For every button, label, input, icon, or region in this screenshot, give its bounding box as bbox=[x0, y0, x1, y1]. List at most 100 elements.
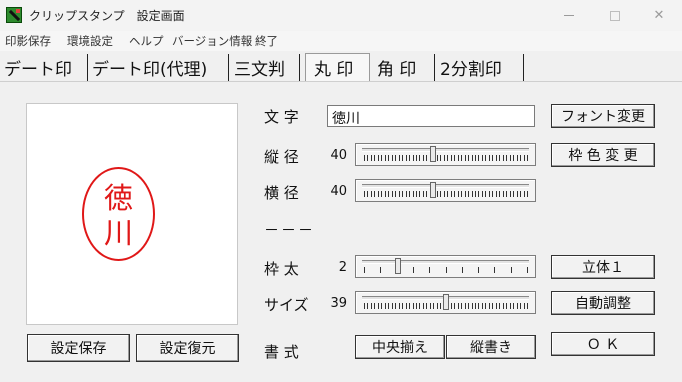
slider-tick bbox=[419, 191, 421, 197]
slider-tick bbox=[377, 191, 379, 197]
minimize-button[interactable] bbox=[546, 0, 592, 31]
slider-tick bbox=[370, 155, 372, 161]
slider-ticks bbox=[364, 155, 528, 161]
tab-date-stamp-proxy[interactable]: デート印(代理) bbox=[92, 54, 229, 81]
horizontal-diameter-value: 40 bbox=[330, 184, 347, 199]
slider-tick bbox=[520, 303, 522, 309]
save-settings-button[interactable]: 設定保存 bbox=[27, 334, 130, 362]
window-title: クリップスタンプ 設定画面 bbox=[29, 9, 185, 23]
restore-settings-button[interactable]: 設定復元 bbox=[136, 334, 239, 362]
stamp-text-input[interactable]: 徳川 bbox=[327, 105, 535, 127]
frame-width-value: 2 bbox=[338, 260, 347, 275]
font-change-button[interactable]: フォント変更 bbox=[551, 104, 655, 128]
slider-tick bbox=[506, 191, 508, 197]
slider-tick bbox=[381, 191, 383, 197]
slider-thumb[interactable] bbox=[429, 182, 436, 198]
horizontal-diameter-slider[interactable] bbox=[355, 179, 536, 202]
slider-thumb[interactable] bbox=[394, 258, 401, 274]
slider-tick bbox=[461, 303, 463, 309]
slider-tick bbox=[485, 303, 487, 309]
maximize-icon bbox=[610, 10, 620, 21]
slider-tick bbox=[388, 303, 390, 309]
size-slider[interactable] bbox=[355, 291, 536, 314]
slider-tick bbox=[457, 155, 459, 161]
slider-tick bbox=[429, 267, 431, 273]
slider-tick bbox=[474, 191, 476, 197]
slider-tick bbox=[506, 303, 508, 309]
slider-tick bbox=[412, 267, 414, 273]
slider-tick bbox=[447, 155, 449, 161]
slider-tick bbox=[502, 191, 504, 197]
slider-ticks bbox=[364, 267, 528, 273]
separator-text: －－－ bbox=[264, 221, 316, 239]
slider-tick bbox=[495, 191, 497, 197]
slider-tick bbox=[445, 267, 447, 273]
slider-tick bbox=[461, 191, 463, 197]
slider-tick bbox=[416, 155, 418, 161]
auto-adjust-button[interactable]: 自動調整 bbox=[551, 291, 655, 315]
slider-tick bbox=[422, 303, 424, 309]
tab-split-stamp[interactable]: 2分割印 bbox=[440, 54, 524, 81]
tab-round-stamp[interactable]: 丸 印 bbox=[305, 53, 370, 82]
ok-button[interactable]: Ｏ Ｋ bbox=[551, 332, 655, 356]
slider-tick bbox=[481, 155, 483, 161]
tab-date-stamp[interactable]: デート印 bbox=[4, 54, 88, 81]
slider-tick bbox=[412, 155, 414, 161]
menu-item-exit[interactable]: 終了 bbox=[255, 33, 278, 49]
slider-tick bbox=[409, 155, 411, 161]
frame-width-slider[interactable] bbox=[355, 255, 536, 278]
vertical-diameter-slider[interactable] bbox=[355, 143, 536, 166]
slider-tick bbox=[426, 303, 428, 309]
solid-button[interactable]: 立体１ bbox=[551, 255, 655, 279]
slider-tick bbox=[488, 155, 490, 161]
frame-color-button[interactable]: 枠 色 変 更 bbox=[551, 143, 655, 167]
slider-tick bbox=[506, 155, 508, 161]
slider-tick bbox=[499, 303, 501, 309]
menu-item-help[interactable]: ヘルプ bbox=[129, 33, 164, 49]
close-button[interactable]: ✕ bbox=[636, 0, 682, 31]
maximize-button[interactable] bbox=[592, 0, 638, 31]
slider-tick bbox=[419, 155, 421, 161]
slider-tick bbox=[377, 155, 379, 161]
minimize-icon bbox=[564, 15, 574, 16]
slider-tick bbox=[409, 303, 411, 309]
tab-divider bbox=[0, 81, 682, 82]
slider-thumb[interactable] bbox=[442, 294, 449, 310]
slider-tick bbox=[471, 191, 473, 197]
app-icon bbox=[6, 7, 22, 23]
slider-tick bbox=[364, 155, 365, 161]
slider-tick bbox=[391, 303, 393, 309]
horizontal-diameter-label: 横 径 bbox=[264, 184, 299, 202]
menu-item-version[interactable]: バージョン情報 bbox=[172, 33, 252, 49]
slider-tick bbox=[492, 155, 494, 161]
menu-item-save-impression[interactable]: 印影保存 bbox=[5, 33, 51, 49]
slider-tick bbox=[422, 155, 424, 161]
menu-item-settings[interactable]: 環境設定 bbox=[67, 33, 113, 49]
slider-tick bbox=[494, 267, 496, 273]
slider-track bbox=[362, 184, 529, 188]
slider-tick bbox=[513, 155, 515, 161]
slider-tick bbox=[374, 191, 376, 197]
slider-thumb[interactable] bbox=[429, 146, 436, 162]
slider-tick bbox=[436, 155, 438, 161]
slider-tick bbox=[374, 303, 376, 309]
slider-tick bbox=[380, 267, 382, 273]
center-align-button[interactable]: 中央揃え bbox=[355, 335, 445, 359]
title-bar: クリップスタンプ 設定画面 ✕ bbox=[0, 0, 682, 31]
slider-tick bbox=[461, 267, 463, 273]
slider-tick bbox=[454, 303, 456, 309]
slider-tick bbox=[509, 191, 511, 197]
slider-tick bbox=[405, 155, 407, 161]
slider-tick bbox=[443, 191, 445, 197]
slider-tick bbox=[398, 303, 400, 309]
slider-tick bbox=[502, 303, 504, 309]
slider-tick bbox=[495, 303, 497, 309]
tab-sanmonban[interactable]: 三文判 bbox=[234, 54, 300, 81]
slider-track bbox=[362, 148, 529, 152]
slider-tick bbox=[509, 155, 511, 161]
tab-square-stamp[interactable]: 角 印 bbox=[377, 54, 435, 81]
slider-tick bbox=[395, 303, 397, 309]
slider-tick bbox=[374, 155, 376, 161]
tab-strip: デート印 デート印(代理) 三文判 丸 印 角 印 2分割印 bbox=[0, 53, 682, 82]
vertical-writing-button[interactable]: 縦書き bbox=[446, 335, 536, 359]
